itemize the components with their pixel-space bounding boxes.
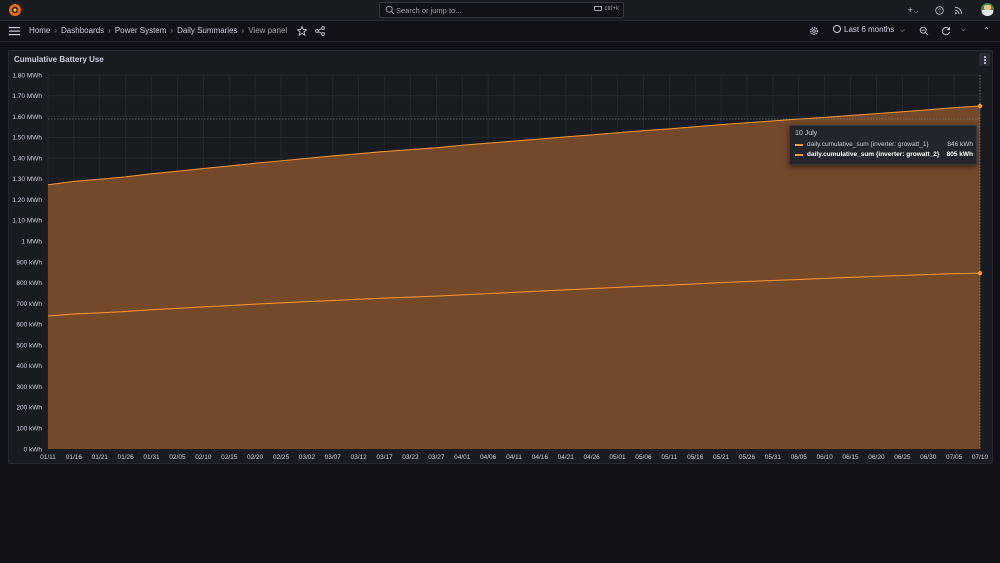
series-swatch [795,144,803,146]
x-tick-label: 05/31 [765,454,782,461]
x-tick-label: 04/26 [584,454,601,461]
x-tick-label: 06/30 [920,454,937,461]
y-tick-label: 600 kWh [16,322,42,329]
y-tick-label: 0 kWh [24,446,43,453]
y-tick-label: 100 kWh [16,426,42,433]
x-tick-label: 04/01 [454,454,471,461]
x-tick-label: 03/12 [351,454,368,461]
x-tick-label: 02/20 [247,454,264,461]
x-tick-label: 01/26 [118,454,135,461]
x-tick-label: 03/17 [376,454,393,461]
tooltip-row-growatt-1: daily.cumulative_sum {inverter: growatt_… [795,141,973,150]
x-tick-label: 06/15 [842,454,859,461]
x-tick-label: 07/05 [946,454,963,461]
x-tick-label: 01/31 [143,454,160,461]
y-tick-label: 500 kWh [16,342,42,349]
x-tick-label: 04/06 [480,454,497,461]
y-tick-label: 1.50 MWh [12,135,42,142]
x-tick-label: 06/05 [791,454,808,461]
x-tick-label: 06/25 [894,454,911,461]
y-tick-label: 400 kWh [16,363,42,370]
hover-point-growatt-2 [977,103,983,109]
y-tick-label: 800 kWh [16,280,42,287]
x-tick-label: 05/26 [739,454,756,461]
x-tick-label: 04/16 [532,454,549,461]
y-axis: 0 kWh 100 kWh 200 kWh 300 kWh 400 kWh 500 kWh… [12,72,42,453]
tooltip-series-name: daily.cumulative_sum {inverter: growatt_… [807,141,929,148]
x-tick-label: 02/10 [195,454,212,461]
x-tick-label: 01/11 [40,454,56,461]
y-tick-label: 1.70 MWh [12,93,42,100]
x-tick-label: 03/27 [428,454,445,461]
y-tick-label: 1.80 MWh [12,72,42,79]
x-tick-label: 05/21 [713,454,730,461]
x-tick-label: 03/07 [325,454,342,461]
x-tick-label: 05/16 [687,454,704,461]
y-tick-label: 700 kWh [16,301,42,308]
tooltip-series-value: 846 kWh [947,141,973,148]
x-tick-label: 07/10 [972,454,989,461]
x-tick-label: 02/25 [273,454,290,461]
tooltip-row-growatt-2: daily.cumulative_sum {inverter: growatt_… [795,151,973,160]
y-tick-label: 200 kWh [16,405,42,412]
x-tick-label: 06/10 [817,454,834,461]
x-tick-label: 04/11 [506,454,522,461]
x-tick-label: 02/15 [221,454,238,461]
y-tick-label: 1.10 MWh [12,218,42,225]
x-tick-label: 01/21 [92,454,109,461]
hover-point-growatt-1 [977,271,983,276]
time-series-chart[interactable]: 0 kWh 100 kWh 200 kWh 300 kWh 400 kWh 500 kWh… [0,0,1000,470]
tooltip-series-value: 805 kWh [946,151,973,158]
x-axis: 01/11 01/16 01/21 01/26 01/31 02/05 02/10 02/15… [40,454,988,461]
x-tick-label: 02/05 [169,454,186,461]
y-tick-label: 1.40 MWh [12,155,42,162]
x-tick-label: 03/22 [402,454,419,461]
x-tick-label: 04/21 [558,454,575,461]
chart-tooltip: 10 July daily.cumulative_sum {inverter: … [789,125,977,165]
x-tick-label: 01/16 [66,454,83,461]
y-tick-label: 300 kWh [16,384,42,391]
y-tick-label: 1.60 MWh [12,114,42,121]
tooltip-series-name: daily.cumulative_sum {inverter: growatt_… [807,151,940,158]
y-tick-label: 1.20 MWh [12,197,42,204]
y-tick-label: 1.30 MWh [12,176,42,183]
y-tick-label: 1 MWh [21,239,42,246]
x-tick-label: 05/06 [635,454,652,461]
x-tick-label: 06/20 [868,454,885,461]
x-tick-label: 05/01 [609,454,626,461]
x-tick-label: 05/11 [661,454,677,461]
tooltip-title: 10 July [795,130,818,137]
x-tick-label: 03/02 [299,454,316,461]
y-tick-label: 900 kWh [16,259,42,266]
series-swatch [795,154,803,156]
